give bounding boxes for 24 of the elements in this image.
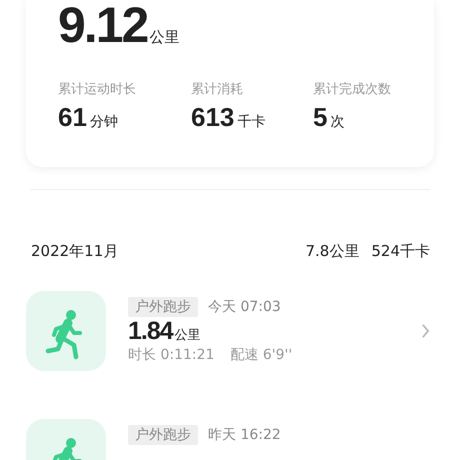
- stat-unit: 分钟: [90, 113, 118, 131]
- total-distance: 9.12: [58, 0, 148, 50]
- activity-tag: 户外跑步: [128, 425, 198, 445]
- stat-unit: 次: [330, 113, 344, 131]
- stat-label: 累计完成次数: [313, 81, 391, 98]
- distance-unit: 公里: [174, 327, 201, 344]
- stat-label: 累计消耗: [191, 81, 244, 98]
- record-duration: 时长 0:11:21: [128, 346, 214, 364]
- distance-unit: 公里: [149, 28, 180, 47]
- record-time: 昨天 16:22: [208, 426, 281, 444]
- month-calories: 524千卡: [371, 242, 430, 261]
- stat-value: 5: [313, 102, 328, 133]
- runner-icon: [26, 291, 106, 371]
- record-pace: 配速 6'9'': [230, 346, 292, 364]
- stat-value: 613: [191, 102, 234, 133]
- record-time: 今天 07:03: [208, 298, 281, 316]
- stat-value: 61: [58, 102, 87, 133]
- month-distance: 7.8公里: [306, 242, 360, 261]
- stat-label: 累计运动时长: [58, 81, 137, 98]
- record-distance: 1.84: [128, 317, 173, 346]
- month-title: 2022年11月: [31, 242, 118, 261]
- chevron-right-icon[interactable]: [421, 323, 430, 339]
- stat-unit: 千卡: [237, 113, 266, 131]
- activity-tag: 户外跑步: [128, 297, 198, 317]
